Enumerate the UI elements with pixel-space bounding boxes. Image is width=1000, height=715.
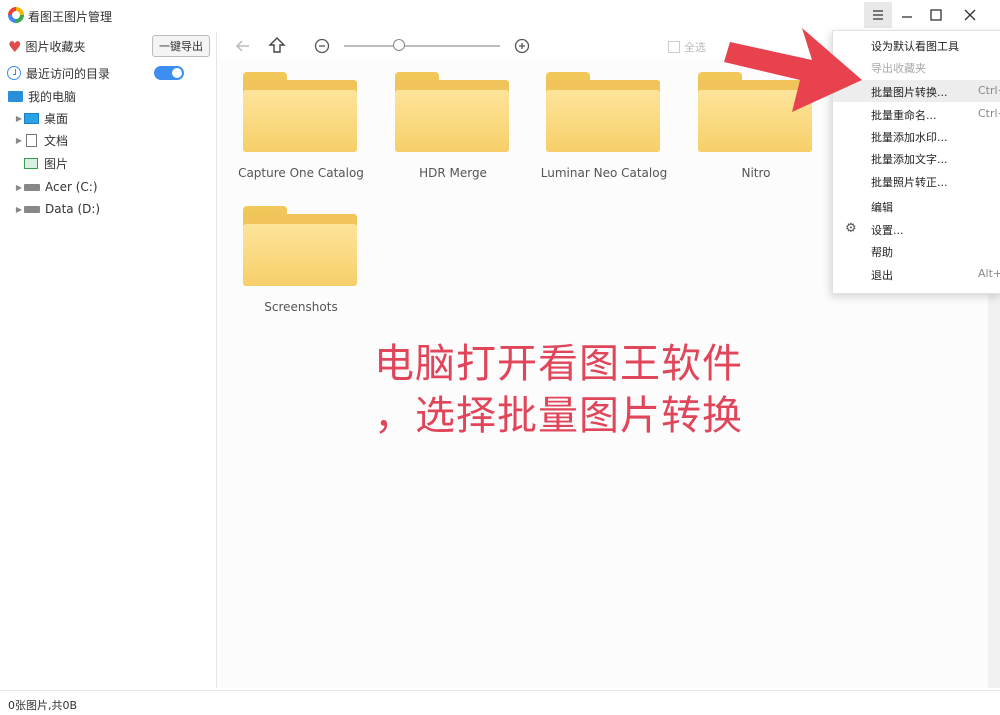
menu-icon <box>873 10 883 20</box>
status-bar: 0张图片,共0B <box>0 690 1000 715</box>
instruction-annotation: 电脑打开看图王软件 ，选择批量图片转换 <box>374 338 743 442</box>
up-icon[interactable] <box>268 36 286 54</box>
folder-item[interactable]: Screenshots <box>217 194 367 314</box>
folder-icon <box>546 72 660 152</box>
menu-item-label: 批量重命名... <box>871 109 937 122</box>
export-button[interactable]: 一键导出 <box>152 35 210 57</box>
sidebar-item-desktop[interactable]: ▶ 桌面 <box>14 108 68 128</box>
select-all-checkbox[interactable]: 全选 <box>668 39 706 55</box>
close-button[interactable] <box>956 2 984 28</box>
sidebar-item-label: 我的电脑 <box>28 89 77 104</box>
expand-caret-icon[interactable]: ▶ <box>14 205 24 214</box>
folder-item[interactable]: HDR Merge <box>369 60 519 180</box>
folder-icon <box>395 72 509 152</box>
folder-name: Screenshots <box>264 300 338 314</box>
sidebar-item-pictures[interactable]: 图片 <box>24 153 68 173</box>
menu-item-shortcut: Ctrl+ <box>978 84 1000 97</box>
picture-icon <box>24 157 38 169</box>
menu-item-batch-rotate[interactable]: 批量照片转正... <box>833 170 1000 192</box>
main-menu-dropdown: 设为默认看图工具 导出收藏夹 批量图片转换... Ctrl+ 批量重命名... … <box>832 30 1000 294</box>
menu-item-label: 导出收藏夹 <box>871 62 926 75</box>
expand-caret-icon[interactable]: ▶ <box>14 183 24 192</box>
sidebar-item-recent[interactable]: 最近访问的目录 <box>7 63 110 83</box>
menu-item-label: 退出 <box>871 269 893 282</box>
favorites-label: 图片收藏夹 <box>25 40 86 54</box>
maximize-button[interactable] <box>922 2 950 28</box>
drive-icon <box>24 183 40 191</box>
menu-item-batch-rename[interactable]: 批量重命名... Ctrl+ <box>833 103 1000 125</box>
favorites-link[interactable]: ♥ 图片收藏夹 <box>8 38 85 55</box>
checkbox-icon <box>668 41 680 53</box>
folder-item[interactable]: Capture One Catalog <box>217 60 367 180</box>
menu-item-exit[interactable]: 退出 Alt+ <box>833 263 1000 285</box>
document-icon <box>26 133 37 147</box>
desktop-icon <box>24 112 39 124</box>
menu-item-label: 批量照片转正... <box>871 176 948 189</box>
sidebar-item-label: 桌面 <box>44 111 69 126</box>
menu-item-help[interactable]: 帮助 <box>833 240 1000 262</box>
computer-icon <box>8 90 23 102</box>
expand-caret-icon[interactable]: ▶ <box>14 114 24 123</box>
sidebar-item-my-computer[interactable]: 我的电脑 <box>8 86 76 106</box>
sidebar: ♥ 图片收藏夹 一键导出 最近访问的目录 我的电脑 ▶ 桌面 ▶ 文档 图片 ▶… <box>0 32 217 688</box>
app-title: 看图王图片管理 <box>28 10 113 24</box>
annotation-line: 电脑打开看图王软件 <box>374 341 743 387</box>
folder-name: Luminar Neo Catalog <box>540 166 668 180</box>
sidebar-item-label: 最近访问的目录 <box>26 66 111 81</box>
zoom-out-icon[interactable] <box>314 38 330 54</box>
sidebar-item-label: Acer (C:) <box>45 180 98 194</box>
menu-item-settings[interactable]: ⚙ 设置... <box>833 218 1000 240</box>
minimize-icon <box>902 16 912 18</box>
sidebar-item-label: 图片 <box>44 156 69 171</box>
close-icon <box>964 9 976 21</box>
sidebar-item-drive-d[interactable]: ▶ Data (D:) <box>14 199 100 219</box>
folder-name: HDR Merge <box>419 166 487 180</box>
menu-item-batch-convert[interactable]: 批量图片转换... Ctrl+ <box>833 80 1000 102</box>
menu-item-batch-watermark[interactable]: 批量添加水印... <box>833 125 1000 147</box>
folder-icon <box>243 72 357 152</box>
menu-item-set-default[interactable]: 设为默认看图工具 <box>833 34 1000 56</box>
zoom-slider-track[interactable] <box>344 45 500 47</box>
menu-item-label: 帮助 <box>871 246 893 259</box>
menu-item-label: 编辑 <box>871 201 893 214</box>
drive-icon <box>24 205 40 213</box>
sidebar-item-label: Data (D:) <box>45 202 101 216</box>
sidebar-item-documents[interactable]: ▶ 文档 <box>14 130 68 150</box>
menu-item-edit[interactable]: 编辑 <box>833 195 1000 217</box>
back-icon[interactable] <box>234 37 252 55</box>
folder-name: Capture One Catalog <box>238 166 364 180</box>
maximize-icon <box>930 9 942 21</box>
menu-button[interactable] <box>864 2 892 28</box>
sidebar-item-drive-c[interactable]: ▶ Acer (C:) <box>14 177 98 197</box>
menu-item-shortcut: Ctrl+ <box>978 107 1000 120</box>
select-all-label: 全选 <box>684 41 706 54</box>
folder-item[interactable]: Nitro <box>672 60 822 180</box>
menu-item-label: 设置... <box>871 224 904 237</box>
menu-item-label: 设为默认看图工具 <box>871 40 959 53</box>
gear-icon: ⚙ <box>845 221 857 236</box>
annotation-line: ，选择批量图片转换 <box>374 393 743 439</box>
app-logo-icon <box>8 7 24 23</box>
folder-icon <box>243 206 357 286</box>
zoom-slider-handle[interactable] <box>392 39 405 51</box>
clock-icon <box>7 66 21 80</box>
folder-icon <box>698 72 812 152</box>
menu-item-label: 批量图片转换... <box>871 86 948 99</box>
menu-item-label: 批量添加文字... <box>871 153 948 166</box>
recent-toggle[interactable] <box>154 66 184 80</box>
expand-caret-icon[interactable]: ▶ <box>14 136 24 145</box>
toolbar: 全选 <box>216 32 836 60</box>
status-text: 0张图片,共0B <box>8 699 78 712</box>
menu-item-export-favorites: 导出收藏夹 <box>833 56 1000 78</box>
minimize-button[interactable] <box>893 2 921 28</box>
heart-icon: ♥ <box>8 37 22 56</box>
menu-item-batch-text[interactable]: 批量添加文字... <box>833 147 1000 169</box>
zoom-in-icon[interactable] <box>514 38 530 54</box>
title-bar: 看图王图片管理 <box>0 0 1000 32</box>
folder-name: Nitro <box>741 166 771 180</box>
menu-item-shortcut: Alt+ <box>978 267 1000 280</box>
sidebar-item-label: 文档 <box>44 133 69 148</box>
folder-item[interactable]: Luminar Neo Catalog <box>520 60 670 180</box>
menu-item-label: 批量添加水印... <box>871 131 948 144</box>
